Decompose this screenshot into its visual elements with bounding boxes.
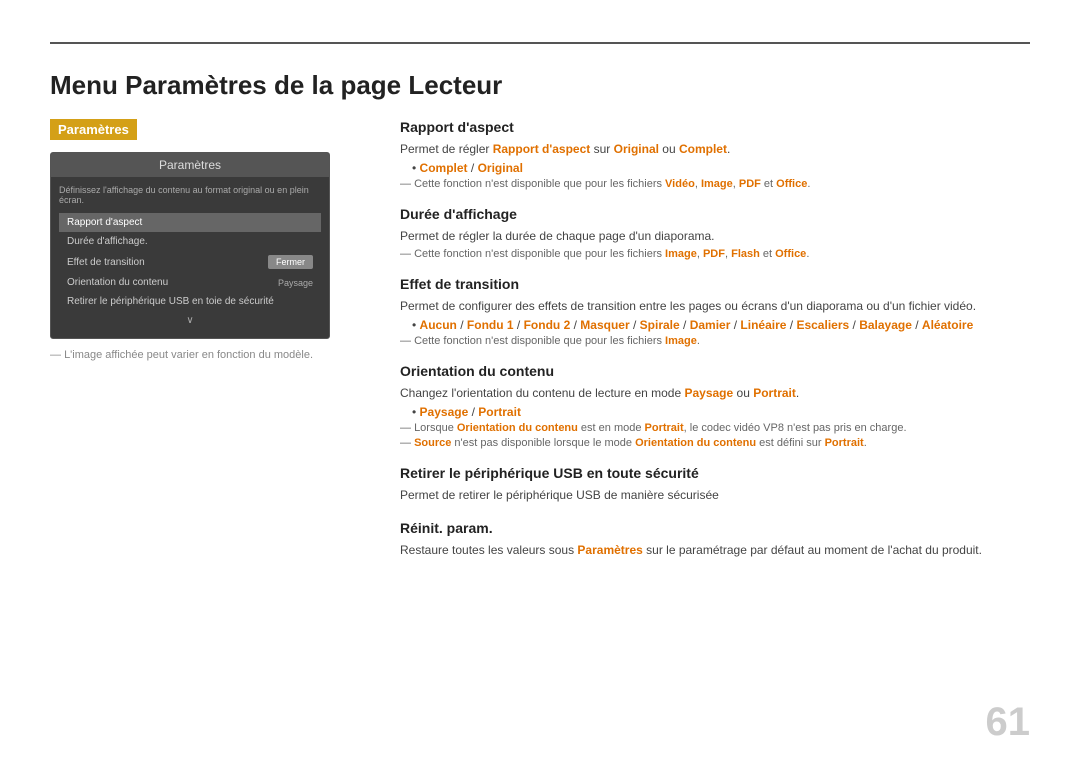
note-office: Office — [776, 178, 807, 190]
section-title-duree: Durée d'affichage — [400, 206, 1030, 222]
mock-chevron-icon: ∨ — [59, 311, 321, 330]
section-title-reinit: Réinit. param. — [400, 520, 1030, 536]
inline-original: Original — [614, 142, 659, 156]
inline-original-bullet: Original — [478, 161, 523, 175]
section-title-retirer: Retirer le périphérique USB en toute séc… — [400, 465, 1030, 481]
right-column: Rapport d'aspect Permet de régler Rappor… — [400, 119, 1030, 723]
content-area: Menu Paramètres de la page Lecteur Param… — [50, 70, 1030, 723]
mock-close-button[interactable]: Fermer — [268, 255, 313, 269]
note-portrait-bold2: Portrait — [825, 437, 864, 449]
mock-ui-desc: Définissez l'affichage du contenu au for… — [59, 185, 321, 205]
mock-menu-item-rapport[interactable]: Rapport d'aspect — [59, 213, 321, 232]
mock-menu-label: Orientation du contenu — [67, 277, 168, 288]
inline-paysage: Paysage — [684, 386, 733, 400]
note-duree: Cette fonction n'est disponible que pour… — [400, 248, 1030, 260]
note-portrait-bold: Portrait — [645, 422, 684, 434]
bullet-portrait: Portrait — [478, 405, 521, 419]
section-body-retirer: Permet de retirer le périphérique USB de… — [400, 486, 1030, 504]
eff-aleatoire: Aléatoire — [922, 318, 973, 332]
mock-menu-item-effet[interactable]: Effet de transition Fermer — [59, 251, 321, 273]
two-col-layout: Paramètres Paramètres Définissez l'affic… — [50, 119, 1030, 723]
eff-escaliers: Escaliers — [796, 318, 849, 332]
eff-fondu2: Fondu 2 — [524, 318, 571, 332]
section-body-effet: Permet de configurer des effets de trans… — [400, 297, 1030, 315]
note-pdf-duree: PDF — [703, 248, 725, 260]
section-body-rapport: Permet de régler Rapport d'aspect sur Or… — [400, 140, 1030, 158]
bullet-complet-original: Complet / Original — [400, 161, 1030, 175]
note-rapport: Cette fonction n'est disponible que pour… — [400, 178, 1030, 190]
mock-menu-item-retirer[interactable]: Retirer le périphérique USB en toie de s… — [59, 292, 321, 311]
mock-menu-item-duree[interactable]: Durée d'affichage. — [59, 232, 321, 251]
params-badge: Paramètres — [50, 119, 137, 140]
section-title-effet: Effet de transition — [400, 276, 1030, 292]
note-image-effet: Image — [665, 335, 697, 347]
section-body-duree: Permet de régler la durée de chaque page… — [400, 227, 1030, 245]
eff-fondu1: Fondu 1 — [467, 318, 514, 332]
section-orientation: Orientation du contenu Changez l'orienta… — [400, 363, 1030, 449]
section-retirer: Retirer le périphérique USB en toute séc… — [400, 465, 1030, 504]
left-column: Paramètres Paramètres Définissez l'affic… — [50, 119, 360, 723]
inline-portrait: Portrait — [753, 386, 796, 400]
inline-complet: Complet — [679, 142, 727, 156]
note-office-duree: Office — [775, 248, 806, 260]
note-source-bold: Source — [414, 437, 451, 449]
note-image-duree: Image — [665, 248, 697, 260]
bullet-paysage: Paysage — [420, 405, 469, 419]
eff-damier: Damier — [690, 318, 731, 332]
mock-menu-value: Paysage — [278, 278, 313, 288]
mock-ui-header: Paramètres — [51, 153, 329, 177]
inline-complet-bullet: Complet — [420, 161, 468, 175]
section-body-reinit: Restaure toutes les valeurs sous Paramèt… — [400, 541, 1030, 559]
section-title-rapport: Rapport d'aspect — [400, 119, 1030, 135]
eff-spirale: Spirale — [640, 318, 680, 332]
inline-bold-rapport: Rapport d'aspect — [493, 142, 591, 156]
section-duree: Durée d'affichage Permet de régler la du… — [400, 206, 1030, 260]
section-title-orientation: Orientation du contenu — [400, 363, 1030, 379]
page-number: 61 — [986, 700, 1031, 745]
mock-ui-body: Définissez l'affichage du contenu au for… — [51, 177, 329, 338]
eff-lineaire: Linéaire — [740, 318, 786, 332]
note-orientation-1: Lorsque Orientation du contenu est en mo… — [400, 422, 1030, 434]
image-note: L'image affichée peut varier en fonction… — [50, 349, 360, 361]
mock-menu-item-orientation[interactable]: Orientation du contenu Paysage — [59, 273, 321, 292]
eff-aucun: Aucun — [420, 318, 457, 332]
eff-balayage: Balayage — [859, 318, 912, 332]
note-pdf: PDF — [739, 178, 761, 190]
note-image: Image — [701, 178, 733, 190]
note-orientation-2: Source n'est pas disponible lorsque le m… — [400, 437, 1030, 449]
note-orientation-bold2: Orientation du contenu — [635, 437, 756, 449]
inline-params-reinit: Paramètres — [577, 543, 642, 557]
note-flash-duree: Flash — [731, 248, 760, 260]
page-container: Menu Paramètres de la page Lecteur Param… — [0, 0, 1080, 763]
note-video: Vidéo — [665, 178, 695, 190]
page-title: Menu Paramètres de la page Lecteur — [50, 70, 1030, 101]
bullet-effets: Aucun / Fondu 1 / Fondu 2 / Masquer / Sp… — [400, 318, 1030, 332]
bullet-paysage-portrait: Paysage / Portrait — [400, 405, 1030, 419]
mock-ui: Paramètres Définissez l'affichage du con… — [50, 152, 330, 339]
mock-menu-label: Effet de transition — [67, 257, 145, 268]
note-effet: Cette fonction n'est disponible que pour… — [400, 335, 1030, 347]
section-body-orientation: Changez l'orientation du contenu de lect… — [400, 384, 1030, 402]
section-effet: Effet de transition Permet de configurer… — [400, 276, 1030, 347]
eff-masquer: Masquer — [580, 318, 629, 332]
top-line — [50, 42, 1030, 44]
section-rapport-aspect: Rapport d'aspect Permet de régler Rappor… — [400, 119, 1030, 190]
note-orientation-bold: Orientation du contenu — [457, 422, 578, 434]
section-reinit: Réinit. param. Restaure toutes les valeu… — [400, 520, 1030, 559]
